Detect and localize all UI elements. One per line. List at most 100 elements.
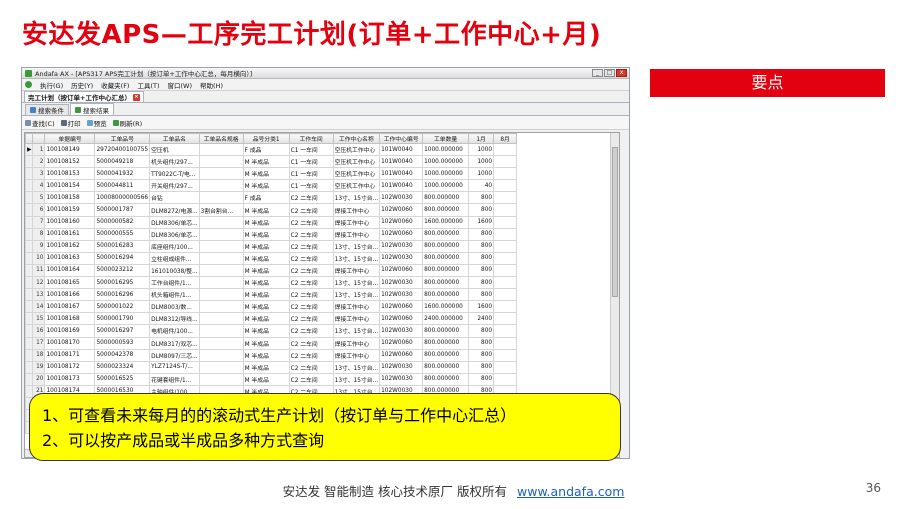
table-cell[interactable]: C2 二车间 [288,227,334,241]
table-cell[interactable]: YLZ7124S-T/... [149,360,200,374]
table-cell[interactable]: DLM8306/单芯... [149,227,200,241]
table-cell[interactable]: 101W0040 [379,155,424,169]
table-row[interactable]: 16 100108169 5000016297 电机组件/100... M 半成品 C2 … [25,324,518,338]
table-cell[interactable]: M 半成品 [242,336,290,350]
table-row[interactable]: 12 100108165 5000016295 工作台组件/1... M 半成品 C2 二… [25,276,518,290]
table-row[interactable]: 2 100108152 5000049218 机头组件/297... M 半成品 C1 一… [25,155,518,169]
table-row[interactable]: 4 100108154 5000044811 开关组件/297... M 半成品 C1 一… [25,179,518,193]
column-header[interactable]: 工单品名规格 [198,133,244,144]
table-cell[interactable]: M 半成品 [242,263,290,278]
table-cell[interactable]: 101W0040 [379,179,424,193]
table-cell[interactable]: M 半成品 [242,167,290,181]
row-number[interactable]: 17 [32,336,46,350]
table-cell[interactable] [198,251,244,265]
column-header[interactable]: 工作中心编号 [379,133,424,144]
table-cell[interactable] [198,324,244,338]
table-cell[interactable]: 13寸、15寸台... [332,372,381,386]
table-cell[interactable]: 100108163 [44,251,96,265]
table-cell[interactable]: 800 [468,191,495,205]
table-row[interactable]: 13 100108166 5000016296 机头箱组件/1... M 半成品 C2 二… [25,288,518,302]
table-cell[interactable]: 800 [468,276,495,290]
table-cell[interactable]: 13寸、15寸台... [332,324,381,338]
table-cell[interactable]: 100108161 [44,227,96,241]
table-cell[interactable]: 5000016525 [94,372,151,386]
table-cell[interactable]: 800.000000 [422,348,470,362]
table-cell[interactable] [493,288,518,302]
table-cell[interactable] [198,360,244,374]
table-cell[interactable]: 101W0040 [379,142,424,157]
table-cell[interactable] [198,179,244,193]
table-cell[interactable] [198,348,244,362]
table-cell[interactable]: M 半成品 [242,203,290,217]
table-cell[interactable]: 100108173 [44,372,96,386]
table-cell[interactable]: 焊接工作中心 [332,348,381,362]
row-number[interactable]: 2 [32,155,46,169]
row-selector[interactable] [25,384,34,398]
table-cell[interactable]: C2 二车间 [288,312,334,326]
row-selector[interactable] [25,263,34,278]
table-cell[interactable]: 102W0030 [379,191,424,205]
row-number[interactable]: 3 [32,167,46,181]
table-cell[interactable]: 102W0060 [379,300,424,314]
column-header[interactable]: 8月 [493,133,518,144]
table-cell[interactable]: 800 [468,288,495,302]
table-cell[interactable]: 1600 [468,300,495,314]
table-cell[interactable]: 800.000000 [422,372,470,386]
table-cell[interactable]: 102W0030 [379,251,424,265]
table-cell[interactable]: C2 二车间 [288,336,334,350]
row-selector[interactable] [25,251,34,265]
row-selector[interactable] [25,360,34,374]
table-cell[interactable]: 13寸、15寸台... [332,288,381,302]
table-cell[interactable]: 800 [468,263,495,278]
row-number[interactable]: 7 [32,215,46,229]
table-cell[interactable]: DLM8003/数... [149,300,200,314]
table-cell[interactable]: 100108172 [44,360,96,374]
table-cell[interactable]: 800 [468,203,495,217]
table-row[interactable]: 9 100108162 5000016283 底座组件/100... M 半成品 C2 二… [25,239,518,253]
table-cell[interactable]: 5000000582 [94,215,151,229]
table-row[interactable]: 11 100108164 5000023212 161010038/整... M 半成品… [25,263,518,278]
table-cell[interactable] [493,179,518,193]
table-cell[interactable]: 空压机工作中心 [332,179,381,193]
column-header[interactable]: 品号分类1 [242,133,290,144]
table-cell[interactable]: 800.000000 [422,203,470,217]
table-cell[interactable]: 800.000000 [422,251,470,265]
row-number[interactable]: 1 [32,142,46,157]
table-cell[interactable]: 1000 [468,155,495,169]
table-cell[interactable]: C2 二车间 [288,263,334,278]
column-header[interactable]: 工作中心名称 [332,133,381,144]
table-row[interactable]: 7 100108160 5000000582 DLM8306/单芯... M 半成品 C2… [25,215,518,229]
table-row[interactable]: 18 100108171 5000042378 DLM8097/三芯... M 半成品 C… [25,348,518,362]
table-cell[interactable]: 102W0060 [379,348,424,362]
table-cell[interactable]: 800 [468,324,495,338]
table-cell[interactable]: C2 二车间 [288,276,334,290]
row-number[interactable]: 11 [32,263,46,278]
table-cell[interactable]: C2 二车间 [288,203,334,217]
row-number[interactable]: 15 [32,312,46,326]
column-header[interactable]: 工作车间 [288,133,334,144]
table-cell[interactable]: 13寸、15寸台... [332,239,381,253]
table-cell[interactable]: 5000016283 [94,239,151,253]
row-number[interactable]: 14 [32,300,46,314]
table-cell[interactable]: C1 一车间 [288,179,334,193]
table-cell[interactable] [493,251,518,265]
table-cell[interactable] [493,312,518,326]
table-row[interactable]: 3 100108153 5000041932 TT9022C-T/电... M 半成品 C… [25,167,518,181]
table-cell[interactable]: 空压机工作中心 [332,167,381,181]
table-cell[interactable]: 161010038/整... [149,263,200,278]
table-cell[interactable]: 底座组件/100... [149,239,200,253]
table-cell[interactable]: 100108164 [44,263,96,278]
table-cell[interactable]: 102W0060 [379,215,424,229]
row-selector[interactable] [25,227,34,241]
table-cell[interactable] [198,288,244,302]
column-header[interactable]: 工单品名 [149,133,200,144]
row-selector[interactable] [25,215,34,229]
row-number[interactable]: 5 [32,191,46,205]
table-cell[interactable] [493,300,518,314]
table-cell[interactable]: 100108169 [44,324,96,338]
preview-button[interactable]: 预览 [86,118,107,128]
row-selector[interactable] [25,336,34,350]
table-cell[interactable]: 800.000000 [422,227,470,241]
table-cell[interactable]: 2400 [468,312,495,326]
table-cell[interactable] [493,191,518,205]
